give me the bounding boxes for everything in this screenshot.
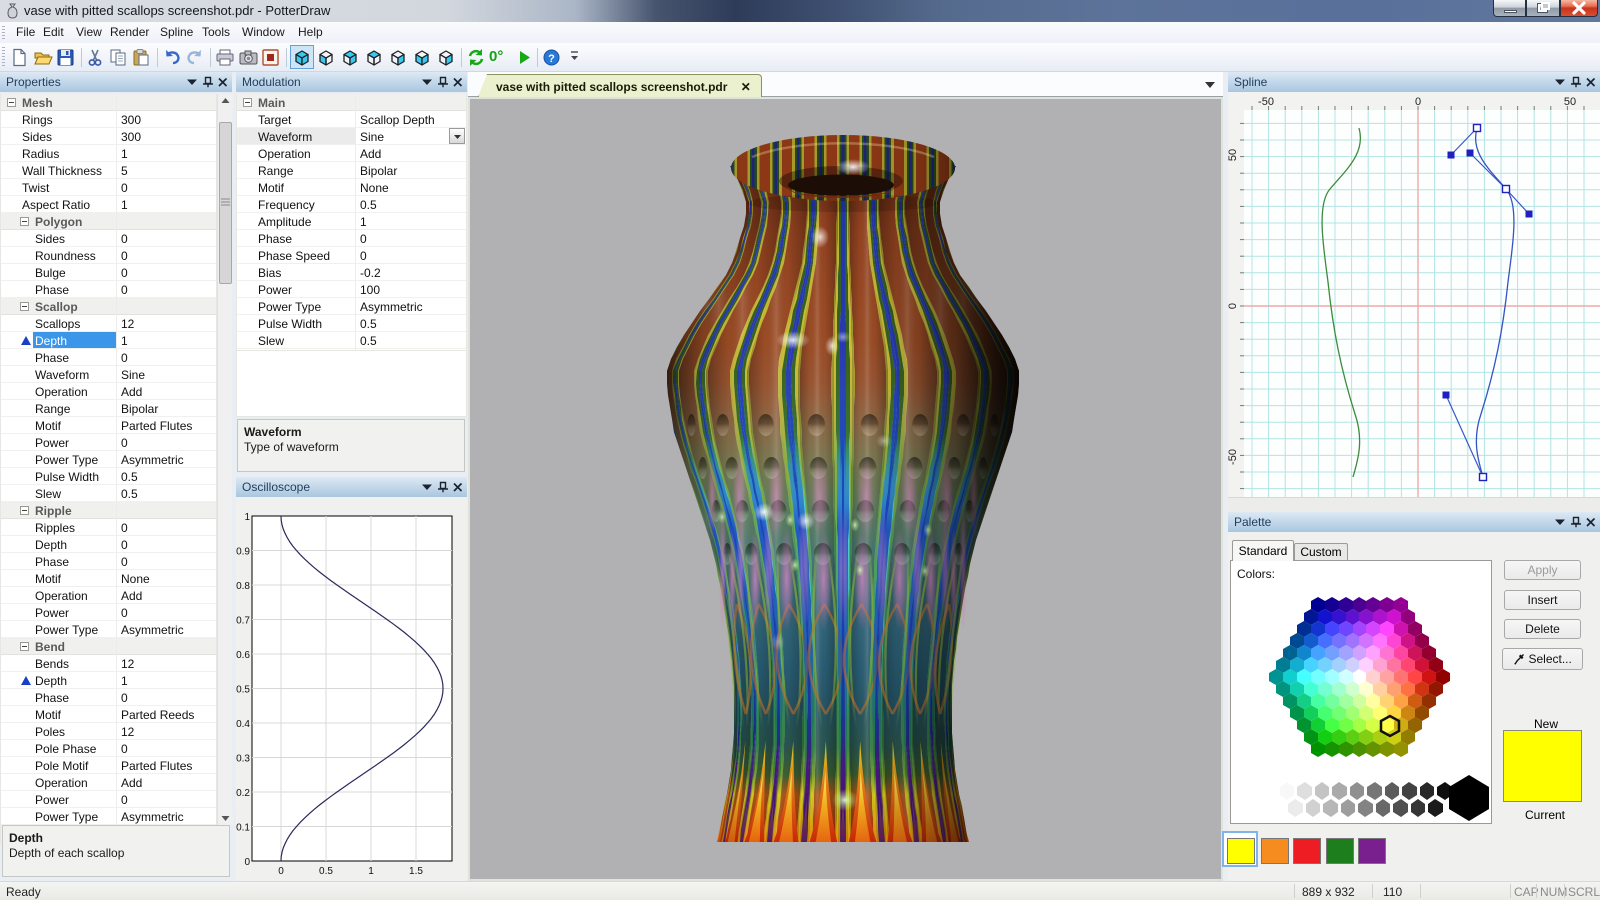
svg-text:50: 50 <box>1564 96 1576 108</box>
svg-text:0.6: 0.6 <box>236 650 250 661</box>
svg-text:1: 1 <box>244 512 250 523</box>
svg-text:-50: -50 <box>1228 449 1239 465</box>
svg-text:0.1: 0.1 <box>236 823 250 834</box>
svg-text:?: ? <box>548 53 555 65</box>
svg-text:0: 0 <box>278 866 284 877</box>
svg-text:50: 50 <box>1228 149 1239 161</box>
svg-text:0.7: 0.7 <box>236 616 250 627</box>
svg-text:0: 0 <box>244 857 250 868</box>
svg-text:0: 0 <box>1415 96 1421 108</box>
svg-text:0.5: 0.5 <box>319 866 333 877</box>
svg-text:0.4: 0.4 <box>236 719 250 730</box>
svg-text:0.2: 0.2 <box>236 788 250 799</box>
svg-text:0.8: 0.8 <box>236 581 250 592</box>
svg-text:0.5: 0.5 <box>236 685 250 696</box>
svg-text:0.9: 0.9 <box>236 547 250 558</box>
svg-text:0: 0 <box>1228 303 1239 309</box>
svg-text:1: 1 <box>368 866 374 877</box>
svg-text:1.5: 1.5 <box>409 866 423 877</box>
svg-text:-50: -50 <box>1258 96 1274 108</box>
svg-text:0.3: 0.3 <box>236 754 250 765</box>
